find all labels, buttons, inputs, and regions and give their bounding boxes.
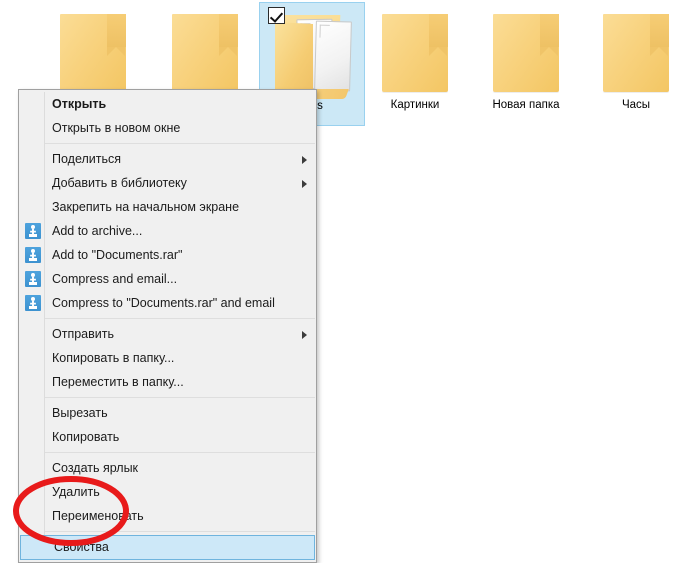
menu-item-label: Удалить xyxy=(52,485,100,499)
menu-item[interactable]: Копировать в папку... xyxy=(19,346,316,370)
menu-item[interactable]: Добавить в библиотеку xyxy=(19,171,316,195)
menu-item-label: Compress to "Documents.rar" and email xyxy=(52,296,275,310)
folder-selection-checkbox[interactable] xyxy=(268,7,285,24)
winrar-icon xyxy=(25,271,41,287)
menu-item[interactable]: Закрепить на начальном экране xyxy=(19,195,316,219)
folder-closed-icon xyxy=(382,14,448,92)
menu-item[interactable]: Открыть в новом окне xyxy=(19,116,316,140)
menu-item-label: Добавить в библиотеку xyxy=(52,176,187,190)
menu-item-label: Add to "Documents.rar" xyxy=(52,248,183,262)
chevron-right-icon xyxy=(302,156,307,164)
menu-item-label: Открыть xyxy=(52,97,107,111)
menu-item[interactable]: Копировать xyxy=(19,425,316,449)
menu-item[interactable]: Отправить xyxy=(19,322,316,346)
folder-label: Часы xyxy=(621,99,651,111)
menu-item-label: Открыть в новом окне xyxy=(52,121,181,135)
menu-item[interactable]: Поделиться xyxy=(19,147,316,171)
folder-closed-icon xyxy=(60,14,126,92)
folder-label: Картинки xyxy=(390,99,440,111)
menu-item-label: Переименовать xyxy=(52,509,144,523)
menu-item-label: Поделиться xyxy=(52,152,122,166)
folder-icon-wrap xyxy=(152,2,258,98)
menu-item-label: Свойства xyxy=(54,540,109,554)
menu-item[interactable]: Открыть xyxy=(19,92,316,116)
menu-item[interactable]: Compress and email... xyxy=(19,267,316,291)
folder-open-documents-icon xyxy=(273,9,357,99)
menu-item-label: Копировать xyxy=(52,430,120,444)
folder-icon-wrap xyxy=(583,2,689,98)
folder-icon-wrap xyxy=(260,3,366,99)
winrar-icon xyxy=(25,295,41,311)
menu-item[interactable]: Свойства xyxy=(20,535,315,560)
menu-separator xyxy=(44,531,315,532)
menu-separator xyxy=(44,452,315,453)
menu-item[interactable]: Создать ярлык xyxy=(19,456,316,480)
folder-icon-wrap xyxy=(40,2,146,98)
folder-icon-wrap xyxy=(362,2,468,98)
menu-item-label: Создать ярлык xyxy=(52,461,139,475)
menu-item-label: Копировать в папку... xyxy=(52,351,175,365)
menu-item-label: Compress and email... xyxy=(52,272,178,286)
folder-closed-icon xyxy=(603,14,669,92)
menu-item[interactable]: Add to archive... xyxy=(19,219,316,243)
menu-item-label: Add to archive... xyxy=(52,224,143,238)
folder-item[interactable]: Картинки xyxy=(362,2,468,126)
menu-separator xyxy=(44,318,315,319)
folder-closed-icon xyxy=(172,14,238,92)
menu-item-label: Вырезать xyxy=(52,406,108,420)
menu-item-label: Отправить xyxy=(52,327,114,341)
menu-item[interactable]: Удалить xyxy=(19,480,316,504)
menu-item[interactable]: Переместить в папку... xyxy=(19,370,316,394)
menu-item[interactable]: Add to "Documents.rar" xyxy=(19,243,316,267)
chevron-right-icon xyxy=(302,180,307,188)
menu-item-label: Переместить в папку... xyxy=(52,375,184,389)
folder-item[interactable]: Новая папка xyxy=(473,2,579,126)
menu-separator xyxy=(44,397,315,398)
menu-item[interactable]: Вырезать xyxy=(19,401,316,425)
menu-item-label: Закрепить на начальном экране xyxy=(52,200,240,214)
folder-label: Новая папка xyxy=(492,99,560,111)
folder-icon-wrap xyxy=(473,2,579,98)
menu-item[interactable]: Переименовать xyxy=(19,504,316,528)
context-menu[interactable]: Открыть Открыть в новом окне Поделиться Доб… xyxy=(18,89,317,563)
winrar-icon xyxy=(25,223,41,239)
winrar-icon xyxy=(25,247,41,263)
chevron-right-icon xyxy=(302,331,307,339)
folder-item[interactable]: Часы xyxy=(583,2,689,126)
menu-separator xyxy=(44,143,315,144)
menu-item[interactable]: Compress to "Documents.rar" and email xyxy=(19,291,316,315)
folder-closed-icon xyxy=(493,14,559,92)
